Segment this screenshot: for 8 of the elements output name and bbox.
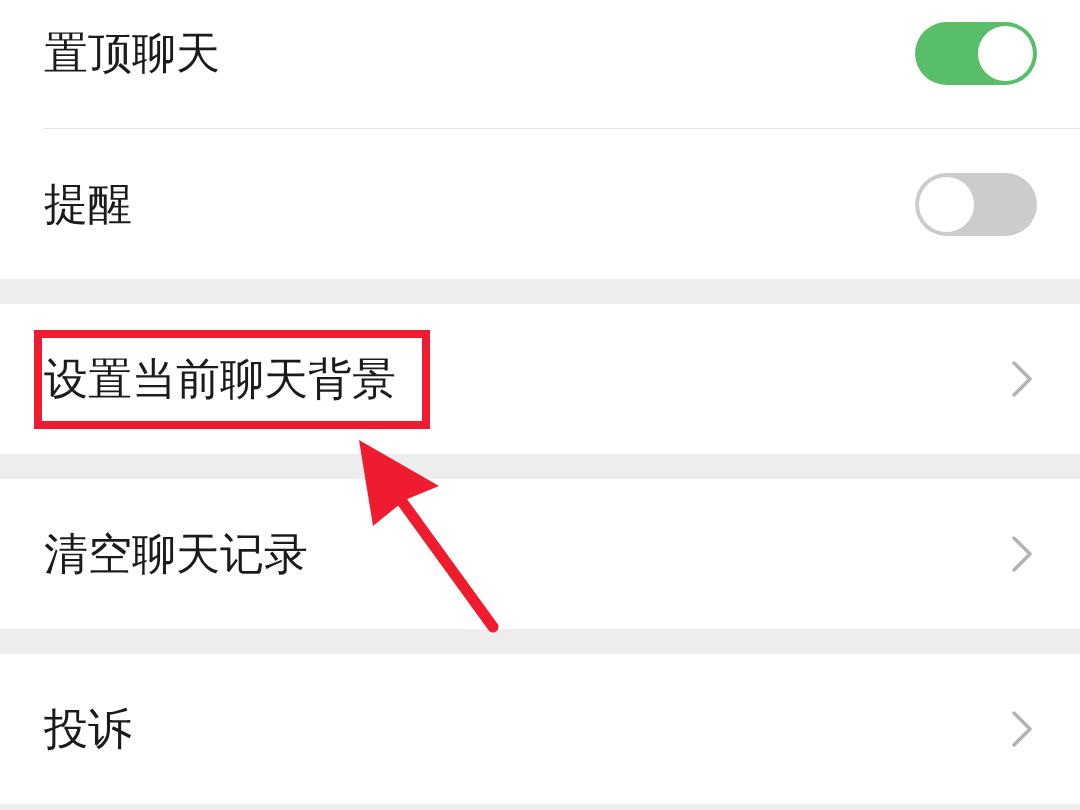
chevron-right-icon [1012,361,1032,397]
setting-label: 清空聊天记录 [44,532,308,576]
setting-label: 投诉 [44,707,132,751]
setting-label: 提醒 [44,182,132,226]
setting-label: 置顶聊天 [44,31,220,75]
chevron-right-icon [1012,711,1032,747]
chevron-right-icon [1012,536,1032,572]
setting-label: 设置当前聊天背景 [44,357,396,401]
